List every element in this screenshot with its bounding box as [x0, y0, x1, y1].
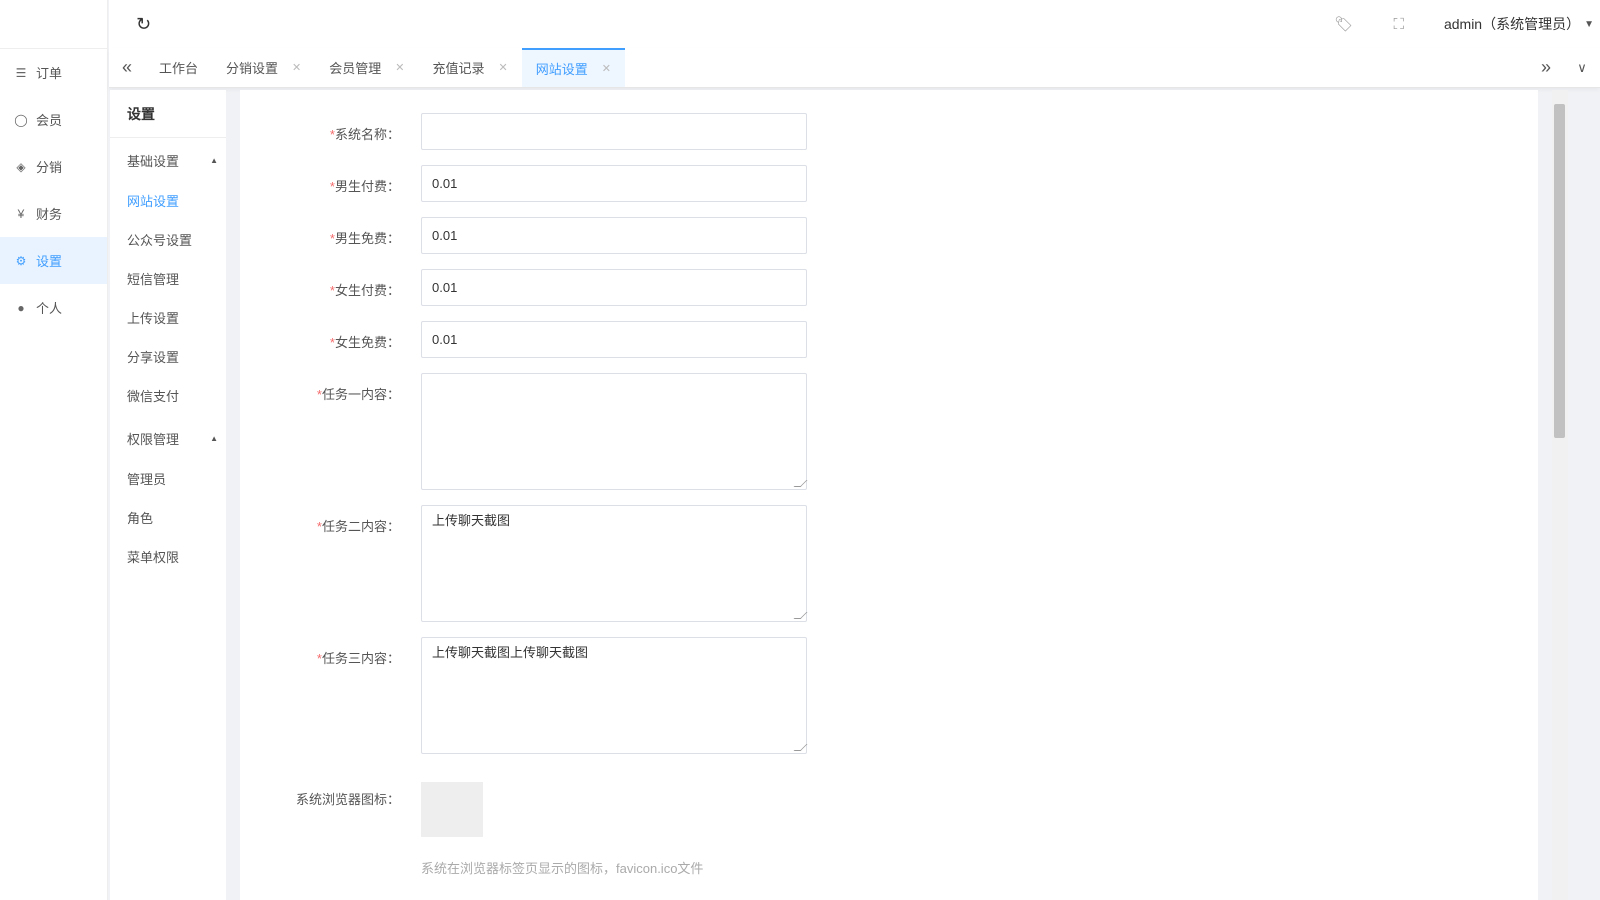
fullscreen-icon[interactable]: ⛶: [1393, 16, 1404, 33]
close-icon[interactable]: ✕: [499, 61, 508, 74]
refresh-icon[interactable]: ↻: [136, 14, 151, 35]
form-row: *男生免费：: [240, 217, 400, 247]
favicon-upload[interactable]: [421, 782, 483, 837]
tab-label: 网站设置: [535, 62, 588, 77]
tab-label: 分销设置: [226, 61, 279, 76]
nav-item-0[interactable]: ☰ 订单: [0, 49, 107, 96]
settings-form: 系统浏览器图标： 系统在浏览器标签页显示的图标，favicon.ico文件 *系…: [240, 90, 1538, 900]
tab-bar: « 工作台 分销设置 ✕ 会员管理 ✕ 充值记录 ✕ 网站设置 ✕ » ∨: [109, 48, 1600, 88]
nav-item-4[interactable]: ⚙ 设置: [0, 237, 107, 284]
submenu-item[interactable]: 管理员: [110, 460, 226, 499]
tab-label: 充值记录: [432, 61, 485, 76]
field-label: 系统浏览器图标：: [295, 792, 400, 807]
gear-icon: ⚙: [15, 253, 27, 268]
field-input[interactable]: [421, 113, 807, 150]
user-menu[interactable]: admin（系统管理员）: [1444, 14, 1580, 34]
task-textarea[interactable]: [421, 373, 807, 490]
scrollbar[interactable]: [1552, 90, 1568, 900]
caret-down-icon[interactable]: ▼: [1584, 19, 1594, 30]
field-label: *女生免费：: [329, 335, 400, 350]
field-input[interactable]: 0.01: [421, 165, 807, 202]
close-icon[interactable]: ✕: [602, 62, 611, 75]
submenu-item[interactable]: 公众号设置: [110, 221, 226, 260]
nav-label: 设置: [36, 254, 63, 269]
tab-3[interactable]: 充值记录 ✕: [418, 48, 521, 87]
task-textarea[interactable]: 上传聊天截图上传聊天截图: [421, 637, 807, 754]
list-icon: ☰: [15, 65, 27, 80]
close-icon[interactable]: ✕: [395, 61, 404, 74]
scroll-left-icon[interactable]: «: [109, 48, 145, 87]
money-icon: ¥: [17, 206, 25, 221]
form-row: *任务三内容：: [240, 637, 400, 667]
nav-item-3[interactable]: ¥ 财务: [0, 190, 107, 237]
person-icon: ●: [17, 300, 25, 315]
settings-submenu: 设置 基础设置 ▲ 网站设置 公众号设置 短信管理 上传设置 分享设置 微信支付 权限管理 ▲…: [110, 90, 226, 900]
form-row: *任务二内容：: [240, 505, 400, 535]
submenu-item[interactable]: 短信管理: [110, 260, 226, 299]
form-row: *任务一内容：: [240, 373, 400, 403]
group-basic-settings[interactable]: 基础设置 ▲: [110, 138, 226, 182]
scrollbar-thumb[interactable]: [1554, 104, 1565, 438]
nav-item-1[interactable]: ◯ 会员: [0, 96, 107, 143]
favicon-hint: 系统在浏览器标签页显示的图标，favicon.ico文件: [421, 861, 704, 876]
top-bar: ↻ 🏷 ⛶ admin（系统管理员） ▼: [109, 0, 1600, 48]
nav-item-5[interactable]: ● 个人: [0, 284, 107, 331]
submenu-item[interactable]: 上传设置: [110, 299, 226, 338]
tab-4[interactable]: 网站设置 ✕: [521, 48, 625, 87]
submenu-title: 设置: [110, 90, 226, 138]
layers-icon: ◈: [16, 159, 26, 174]
field-label: *女生付费：: [329, 283, 400, 298]
tab-1[interactable]: 分销设置 ✕: [212, 48, 315, 87]
tab-label: 工作台: [159, 61, 199, 76]
field-label: *任务一内容：: [316, 387, 400, 402]
user-icon: ◯: [14, 112, 28, 127]
form-row: *系统名称：: [240, 113, 400, 143]
nav-label: 会员: [36, 113, 63, 128]
submenu-item[interactable]: 角色: [110, 499, 226, 538]
submenu-item[interactable]: 菜单权限: [110, 538, 226, 577]
tab-label: 会员管理: [329, 61, 382, 76]
close-icon[interactable]: ✕: [292, 61, 301, 74]
field-input[interactable]: 0.01: [421, 269, 807, 306]
field-label: *男生免费：: [329, 231, 400, 246]
tag-icon[interactable]: 🏷: [1334, 15, 1353, 33]
nav-item-2[interactable]: ◈ 分销: [0, 143, 107, 190]
form-row: *女生免费：: [240, 321, 400, 351]
submenu-item[interactable]: 分享设置: [110, 338, 226, 377]
logo: [0, 0, 107, 49]
field-label: *任务三内容：: [316, 651, 400, 666]
caret-up-icon: ▲: [210, 433, 218, 443]
task-textarea[interactable]: 上传聊天截图: [421, 505, 807, 622]
nav-label: 财务: [36, 207, 63, 222]
field-label: *任务二内容：: [316, 519, 400, 534]
group-permissions[interactable]: 权限管理 ▲: [110, 416, 226, 460]
form-row: *男生付费：: [240, 165, 400, 195]
scroll-right-icon[interactable]: »: [1528, 48, 1564, 87]
nav-label: 分销: [36, 160, 63, 175]
field-input[interactable]: 0.01: [421, 217, 807, 254]
nav-label: 个人: [36, 301, 63, 316]
submenu-item[interactable]: 微信支付: [110, 377, 226, 416]
chevron-down-icon[interactable]: ∨: [1564, 48, 1600, 87]
field-input[interactable]: 0.01: [421, 321, 807, 358]
field-label: *系统名称：: [329, 127, 400, 142]
form-row: *女生付费：: [240, 269, 400, 299]
form-row-favicon: 系统浏览器图标：: [240, 778, 400, 808]
group-label: 权限管理: [127, 431, 180, 447]
field-label: *男生付费：: [329, 179, 400, 194]
nav-label: 订单: [36, 66, 63, 81]
submenu-item[interactable]: 网站设置: [110, 182, 226, 221]
tab-2[interactable]: 会员管理 ✕: [315, 48, 418, 87]
tab-0[interactable]: 工作台: [145, 48, 212, 87]
group-label: 基础设置: [127, 153, 180, 169]
caret-up-icon: ▲: [210, 155, 218, 165]
left-nav: ☰ 订单 ◯ 会员 ◈ 分销 ¥ 财务 ⚙ 设置 ● 个人: [0, 0, 108, 900]
